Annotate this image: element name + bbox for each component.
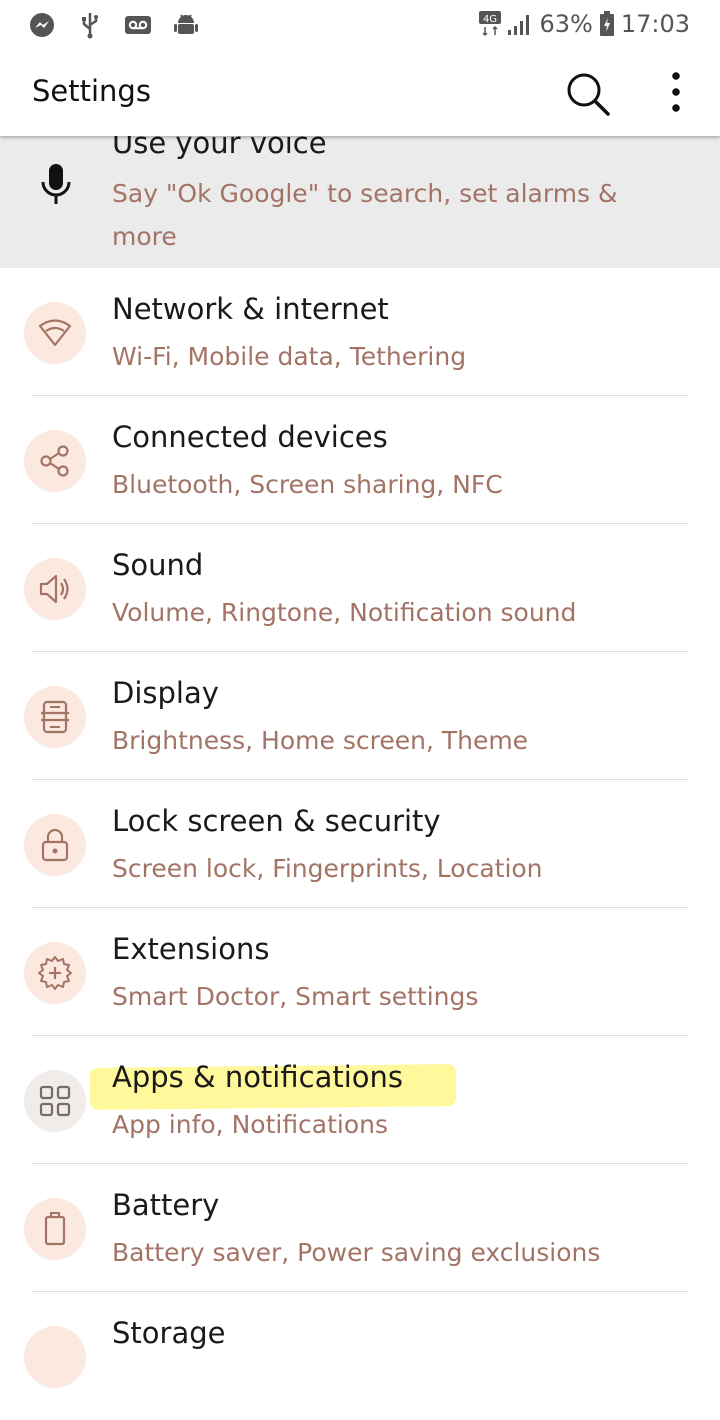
settings-item-title: Network & internet xyxy=(112,292,389,326)
battery-icon xyxy=(24,1198,86,1260)
settings-item-display[interactable]: Display Brightness, Home screen, Theme xyxy=(0,652,720,780)
more-vert-icon xyxy=(672,72,680,112)
voicemail-icon xyxy=(124,11,152,39)
settings-item-subtitle: Wi-Fi, Mobile data, Tethering xyxy=(112,342,467,371)
settings-item-subtitle: Volume, Ringtone, Notification sound xyxy=(112,598,577,627)
display-icon xyxy=(24,686,86,748)
storage-icon xyxy=(24,1326,86,1388)
settings-item-title: Extensions xyxy=(112,932,270,966)
signal-icon xyxy=(508,15,530,35)
svg-text:4G: 4G xyxy=(483,14,497,25)
app-bar: Settings xyxy=(0,50,720,136)
gear-plus-icon xyxy=(24,942,86,1004)
share-icon xyxy=(24,430,86,492)
status-system-icons: 4G 63% 17:03 xyxy=(479,8,690,40)
settings-item-subtitle: Battery saver, Power saving exclusions xyxy=(112,1238,601,1267)
lock-icon xyxy=(24,814,86,876)
messenger-icon xyxy=(28,11,56,39)
voice-title: Use your voice xyxy=(112,136,327,160)
clock: 17:03 xyxy=(620,10,690,38)
settings-list: Network & internet Wi-Fi, Mobile data, T… xyxy=(0,268,720,1420)
page-title: Settings xyxy=(32,74,151,108)
settings-item-lock-screen[interactable]: Lock screen & security Screen lock, Fing… xyxy=(0,780,720,908)
search-icon xyxy=(567,73,610,116)
settings-item-battery[interactable]: Battery Battery saver, Power saving excl… xyxy=(0,1164,720,1292)
settings-item-subtitle: Brightness, Home screen, Theme xyxy=(112,726,529,755)
settings-item-title: Storage xyxy=(112,1316,226,1350)
settings-item-title: Sound xyxy=(112,548,204,582)
battery-percent: 63% xyxy=(539,10,593,38)
voice-subtitle: Say "Ok Google" to search, set alarms & … xyxy=(112,179,618,251)
settings-item-title: Lock screen & security xyxy=(112,804,441,838)
more-options-button[interactable] xyxy=(660,68,692,118)
speaker-icon xyxy=(24,558,86,620)
status-bar: 4G 63% 17:03 xyxy=(0,0,720,50)
settings-item-storage[interactable]: Storage xyxy=(0,1292,720,1420)
settings-item-subtitle: Bluetooth, Screen sharing, NFC xyxy=(112,470,503,499)
settings-item-subtitle: Smart Doctor, Smart settings xyxy=(112,982,479,1011)
settings-item-subtitle: App info, Notifications xyxy=(112,1110,389,1139)
network-type-icon: 4G xyxy=(479,11,502,37)
android-debug-icon xyxy=(172,11,200,39)
use-your-voice-item[interactable]: Use your voice Say "Ok Google" to search… xyxy=(0,136,720,268)
settings-item-network[interactable]: Network & internet Wi-Fi, Mobile data, T… xyxy=(0,268,720,396)
settings-item-subtitle: Screen lock, Fingerprints, Location xyxy=(112,854,543,883)
settings-item-connected-devices[interactable]: Connected devices Bluetooth, Screen shar… xyxy=(0,396,720,524)
settings-item-title: Apps & notifications xyxy=(112,1060,404,1094)
mic-icon xyxy=(38,162,74,206)
settings-item-title: Display xyxy=(112,676,219,710)
usb-icon xyxy=(76,11,104,39)
settings-item-title: Battery xyxy=(112,1188,220,1222)
settings-item-apps-notifications[interactable]: Apps & notifications App info, Notificat… xyxy=(0,1036,720,1164)
wifi-icon xyxy=(24,302,86,364)
battery-charging-icon xyxy=(599,11,614,36)
settings-item-title: Connected devices xyxy=(112,420,388,454)
status-notification-icons xyxy=(28,10,200,40)
settings-item-extensions[interactable]: Extensions Smart Doctor, Smart settings xyxy=(0,908,720,1036)
apps-grid-icon xyxy=(24,1070,86,1132)
settings-item-sound[interactable]: Sound Volume, Ringtone, Notification sou… xyxy=(0,524,720,652)
search-button[interactable] xyxy=(562,70,616,118)
